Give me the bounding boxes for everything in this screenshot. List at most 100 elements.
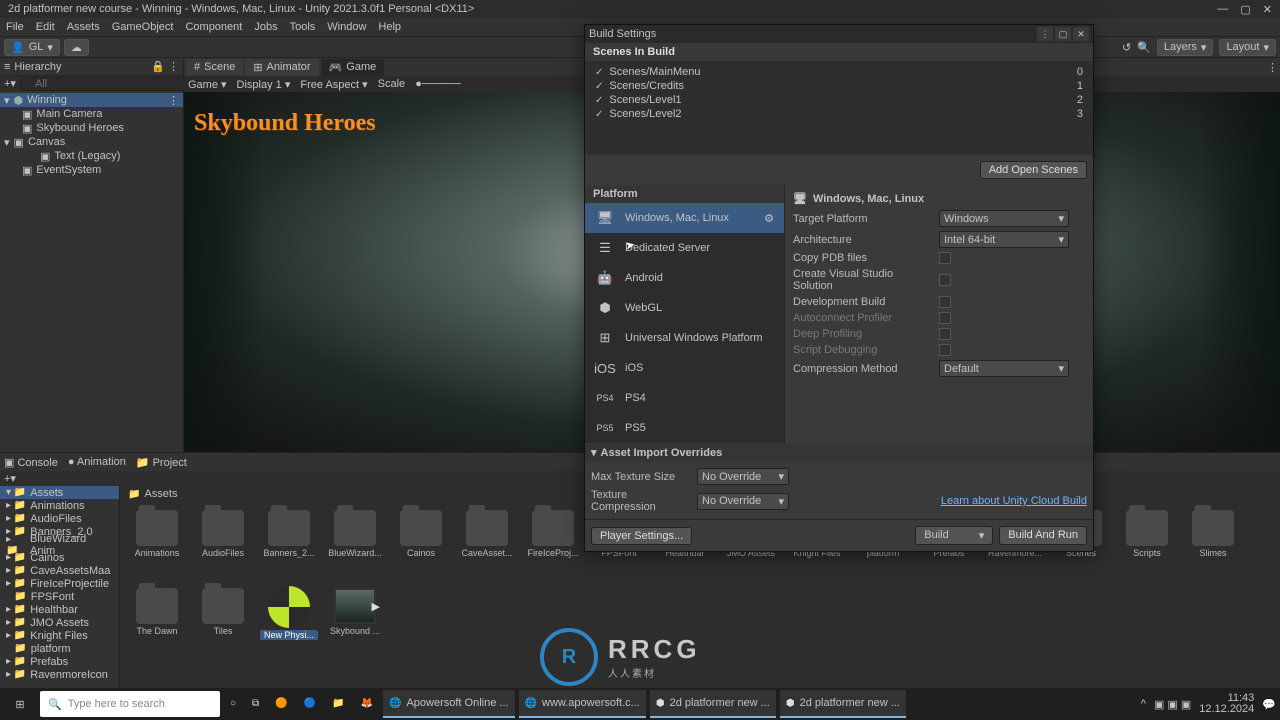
undo-history-icon[interactable]: ↺ xyxy=(1122,41,1131,54)
asset-item[interactable]: Tiles xyxy=(194,584,252,654)
menu-window[interactable]: Window xyxy=(327,21,366,33)
taskbar-app[interactable]: 🦊 xyxy=(355,690,379,718)
panel-lock-icon[interactable]: 🔒 xyxy=(151,61,165,73)
compress-dropdown[interactable]: Default▾ xyxy=(939,360,1069,377)
hierarchy-item[interactable]: ▣EventSystem xyxy=(0,163,183,177)
tab-scene[interactable]: #Scene xyxy=(186,59,243,75)
expand-icon[interactable]: ▾ xyxy=(4,136,10,149)
tray-chevron-icon[interactable]: ^ xyxy=(1141,698,1146,710)
tray-icons[interactable]: ▣ ▣ ▣ xyxy=(1154,698,1191,711)
add-icon[interactable]: +▾ xyxy=(4,472,16,485)
player-settings-button[interactable]: Player Settings... xyxy=(591,527,692,545)
project-folder[interactable]: ▸ 📁 BlueWizard Anim xyxy=(0,538,119,551)
maximize-icon[interactable]: ▢ xyxy=(1240,3,1250,16)
asset-item[interactable]: BlueWizard... xyxy=(326,506,384,576)
hierarchy-search[interactable] xyxy=(20,77,192,91)
build-button[interactable]: Build▾ xyxy=(915,526,993,545)
platform-ps5[interactable]: PS5PS5 xyxy=(585,413,784,443)
scene-menu-icon[interactable]: ⋮ xyxy=(168,94,179,107)
menu-jobs[interactable]: Jobs xyxy=(254,21,277,33)
taskbar-app-chrome[interactable]: 🌐 Apowersoft Online ... xyxy=(383,690,515,718)
minimize-icon[interactable]: — xyxy=(1217,3,1228,16)
scene-row[interactable]: ✓Scenes/Credits1 xyxy=(585,79,1093,93)
asset-item[interactable]: New Physi... xyxy=(260,584,318,654)
tab-animation[interactable]: ● Animation xyxy=(68,456,126,468)
dev-checkbox[interactable] xyxy=(939,296,951,308)
max-tex-dropdown[interactable]: No Override▾ xyxy=(697,468,789,485)
hierarchy-item[interactable]: ▣Text (Legacy) xyxy=(0,149,183,163)
taskbar-cortana[interactable]: ○ xyxy=(224,690,242,718)
cloud-button[interactable]: ☁ xyxy=(64,39,89,56)
asset-item[interactable]: Cainos xyxy=(392,506,450,576)
platform-android[interactable]: 🤖Android xyxy=(585,263,784,293)
start-button[interactable]: ⊞ xyxy=(4,690,36,718)
expand-icon[interactable]: ▾ xyxy=(4,94,10,107)
project-folder[interactable]: ▸ 📁 Animations xyxy=(0,499,119,512)
scene-row[interactable]: ✓Scenes/Level12 xyxy=(585,93,1093,107)
layout-dropdown[interactable]: Layout▾ xyxy=(1219,39,1276,56)
gear-icon[interactable]: ⚙ xyxy=(764,212,774,225)
asset-item[interactable]: AudioFiles xyxy=(194,506,252,576)
menu-edit[interactable]: Edit xyxy=(36,21,55,33)
target-dropdown[interactable]: Windows▾ xyxy=(939,210,1069,227)
close-icon[interactable]: ✕ xyxy=(1263,3,1272,16)
project-folder[interactable]: ▸ 📁 AudioFiles xyxy=(0,512,119,525)
asset-item[interactable]: Banners_2... xyxy=(260,506,318,576)
asset-item[interactable]: CaveAsset... xyxy=(458,506,516,576)
menu-assets[interactable]: Assets xyxy=(67,21,100,33)
tab-animator[interactable]: ⊞Animator xyxy=(245,59,318,76)
search-icon[interactable]: 🔍 xyxy=(1137,41,1151,54)
project-folder[interactable]: ▸ 📁 Prefabs xyxy=(0,655,119,668)
asset-item[interactable]: FireIceProj... xyxy=(524,506,582,576)
taskbar-app-unity[interactable]: ⬢ 2d platformer new ... xyxy=(780,690,906,718)
menu-tools[interactable]: Tools xyxy=(290,21,316,33)
tab-console[interactable]: ▣ Console xyxy=(4,456,58,469)
platform-server[interactable]: ☰Dedicated Server xyxy=(585,233,784,263)
vs-checkbox[interactable] xyxy=(939,274,951,286)
game-mode-dropdown[interactable]: Game ▾ xyxy=(188,78,227,91)
taskbar-app[interactable]: 📁 xyxy=(326,690,350,718)
taskbar-taskview[interactable]: ⧉ xyxy=(246,690,265,718)
asset-item[interactable]: Animations xyxy=(128,506,186,576)
asset-item[interactable]: Slimes xyxy=(1184,506,1242,576)
pdb-checkbox[interactable] xyxy=(939,252,951,264)
aspect-dropdown[interactable]: Free Aspect ▾ xyxy=(300,78,367,91)
notifications-icon[interactable]: 💬 xyxy=(1262,698,1276,711)
taskbar-app-chrome[interactable]: 🌐 www.apowersoft.c... xyxy=(519,690,646,718)
bw-menu-icon[interactable]: ⋮ xyxy=(1037,27,1053,41)
scene-row[interactable]: ▾ ⬢ Winning ⋮ xyxy=(0,93,183,107)
hierarchy-item[interactable]: ▣Skybound Heroes xyxy=(0,121,183,135)
asset-item[interactable]: Scripts xyxy=(1118,506,1176,576)
checkbox-checked-icon[interactable]: ✓ xyxy=(595,67,603,78)
tab-project[interactable]: 📁 Project xyxy=(136,456,187,469)
taskbar-app[interactable]: 🔵 xyxy=(298,690,322,718)
bw-maximize-icon[interactable]: ▢ xyxy=(1055,27,1071,41)
arch-dropdown[interactable]: Intel 64-bit▾ xyxy=(939,231,1069,248)
taskbar-app[interactable]: 🟠 xyxy=(269,690,293,718)
project-folder[interactable]: 📁 FPSFont xyxy=(0,590,119,603)
hierarchy-item[interactable]: ▾▣Canvas xyxy=(0,135,183,149)
taskbar-app-unity[interactable]: ⬢ 2d platformer new ... xyxy=(650,690,776,718)
checkbox-checked-icon[interactable]: ✓ xyxy=(595,109,603,120)
tabs-menu-icon[interactable]: ⋮ xyxy=(1267,61,1278,74)
layers-dropdown[interactable]: Layers▾ xyxy=(1157,39,1214,56)
bw-close-icon[interactable]: ✕ xyxy=(1073,27,1089,41)
platform-ps4[interactable]: PS4PS4 xyxy=(585,383,784,413)
system-tray[interactable]: ^ ▣ ▣ ▣ 11:43 12.12.2024 💬 xyxy=(1141,693,1276,715)
asset-item[interactable]: Skybound ... xyxy=(326,584,384,654)
cloud-build-link[interactable]: Learn about Unity Cloud Build xyxy=(941,495,1087,507)
add-open-scenes-button[interactable]: Add Open Scenes xyxy=(980,161,1087,179)
checkbox-checked-icon[interactable]: ✓ xyxy=(595,81,603,92)
scene-row[interactable]: ✓Scenes/MainMenu0 xyxy=(585,65,1093,79)
platform-ios[interactable]: iOSiOS xyxy=(585,353,784,383)
build-and-run-button[interactable]: Build And Run xyxy=(999,526,1087,545)
checkbox-checked-icon[interactable]: ✓ xyxy=(595,95,603,106)
taskbar-search[interactable]: 🔍Type here to search xyxy=(40,691,220,717)
menu-component[interactable]: Component xyxy=(185,21,242,33)
project-folder[interactable]: ▸ 📁 RavenmoreIcon xyxy=(0,668,119,681)
asset-item[interactable]: The Dawn xyxy=(128,584,186,654)
account-dropdown[interactable]: 👤 GL ▾ xyxy=(4,39,60,56)
project-folder[interactable]: 📁 platform xyxy=(0,642,119,655)
tab-game[interactable]: 🎮Game xyxy=(321,59,385,76)
project-folder[interactable]: ▸ 📁 FireIceProjectile xyxy=(0,577,119,590)
